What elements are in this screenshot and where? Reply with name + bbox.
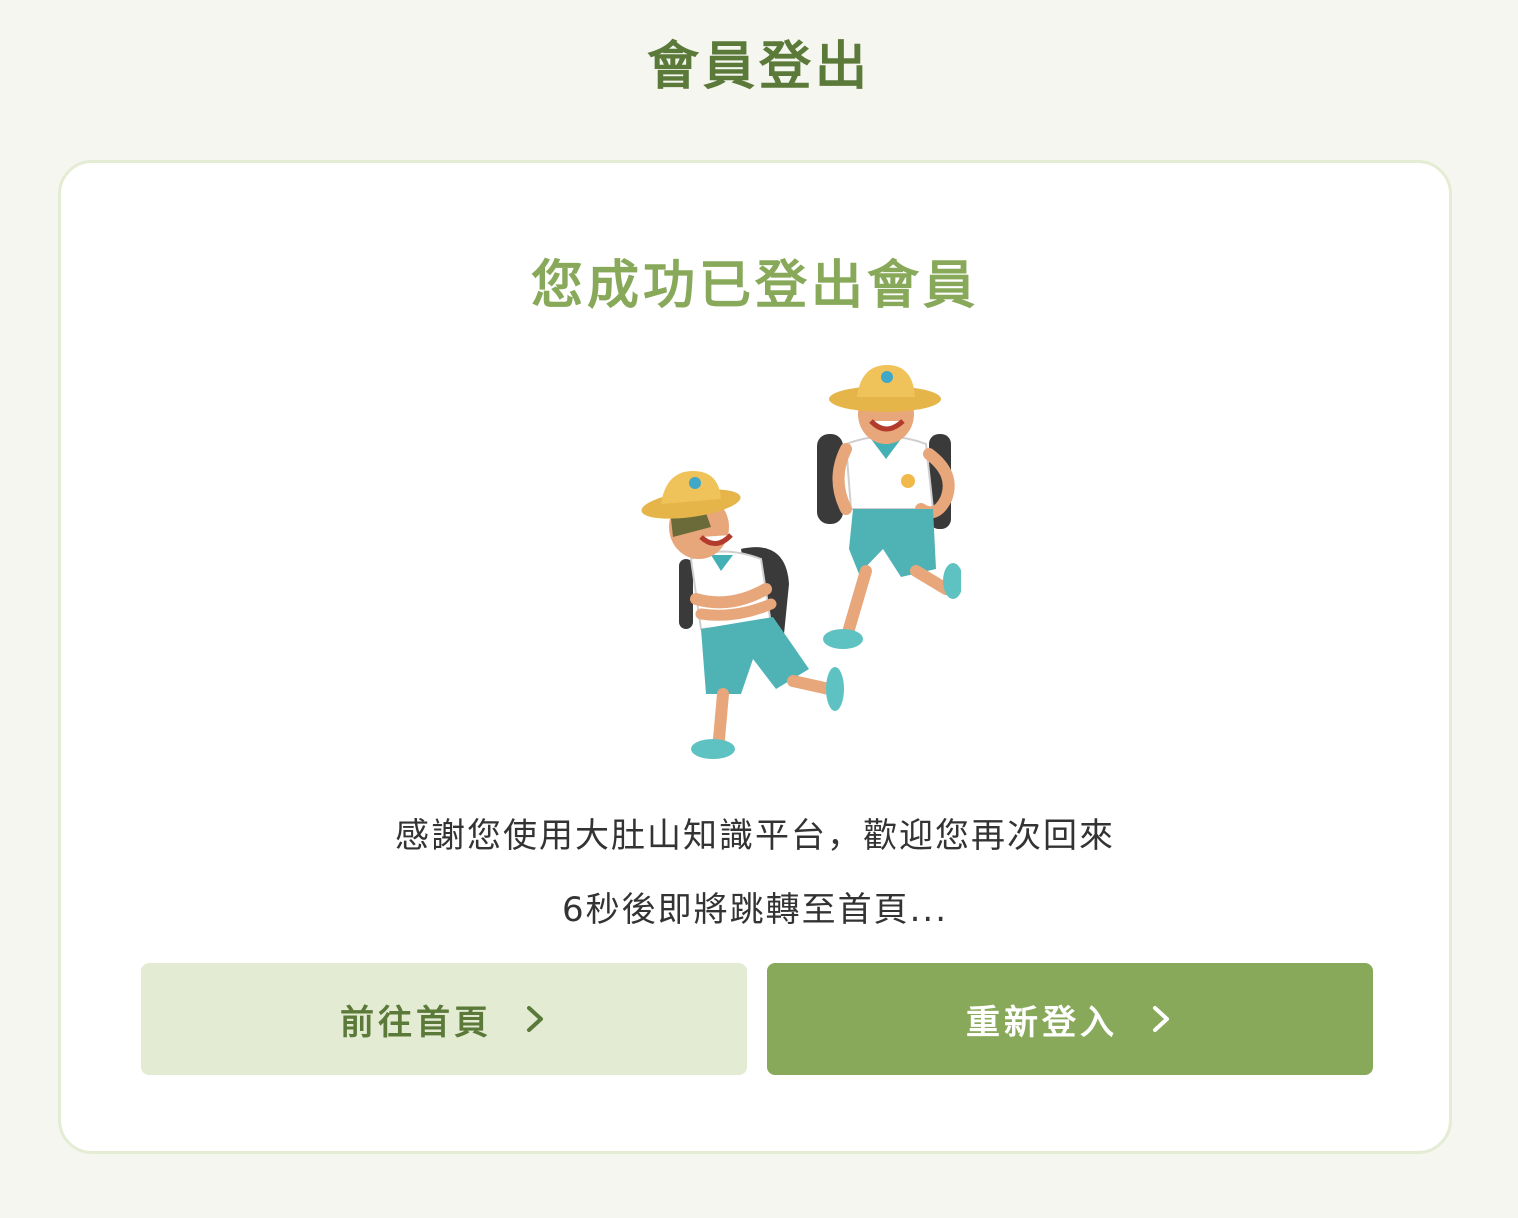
logout-card: 您成功已登出會員 感謝您使用大肚山知識平台，歡迎您再次回來 6秒後即將跳轉至首頁… [58,160,1452,1154]
chevron-right-icon [1153,1006,1169,1032]
student-left [641,471,844,759]
go-home-button[interactable]: 前往首頁 [141,963,747,1075]
go-home-label: 前往首頁 [340,1002,492,1043]
logout-success-title: 您成功已登出會員 [530,256,979,316]
students-illustration [641,365,961,759]
thank-you-message: 感謝您使用大肚山知識平台，歡迎您再次回來 [395,816,1115,856]
redirect-countdown: 6秒後即將跳轉至首頁... [561,890,949,930]
chevron-right-icon [527,1006,543,1032]
relogin-label: 重新登入 [966,1002,1118,1043]
student-right [817,365,961,649]
page-title: 會員登出 [646,37,871,97]
relogin-button[interactable]: 重新登入 [767,963,1373,1075]
